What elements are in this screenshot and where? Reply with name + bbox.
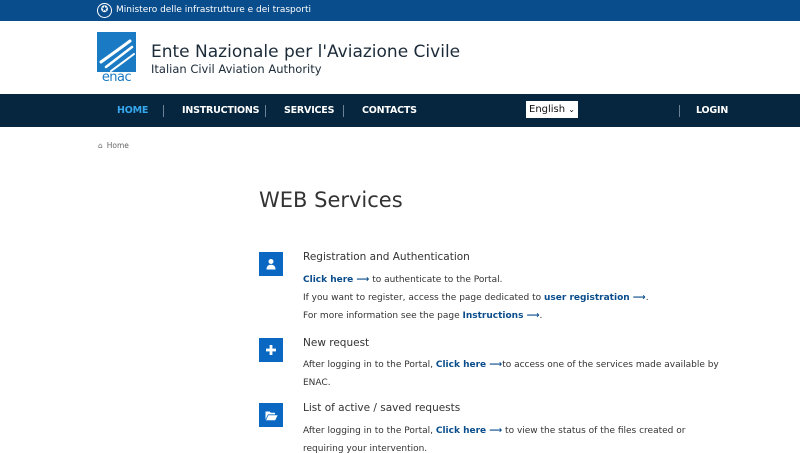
user-icon: [259, 252, 283, 276]
list-requests-link[interactable]: Click here ⟶: [436, 426, 502, 436]
service-line: requiring your intervention.: [303, 443, 427, 453]
service-line: Click here ⟶ to authenticate to the Port…: [303, 274, 502, 286]
service-text: After logging in to the Portal,: [303, 426, 436, 436]
service-title-list-requests: List of active / saved requests: [303, 402, 461, 414]
chevron-down-icon: ⌄: [568, 105, 575, 114]
nav-divider: [343, 105, 344, 117]
user-registration-link[interactable]: user registration ⟶: [544, 293, 646, 303]
emblem-icon: ✪: [97, 3, 112, 18]
org-name: Ente Nazionale per l'Aviazione Civile: [151, 42, 461, 62]
plus-icon: [259, 338, 283, 362]
site-header: enac Ente Nazionale per l'Aviazione Civi…: [0, 21, 800, 94]
nav-instructions[interactable]: INSTRUCTIONS: [182, 105, 259, 117]
ministry-bar: ✪ Ministero delle infrastrutture e dei t…: [0, 0, 800, 21]
instructions-link[interactable]: Instructions ⟶: [463, 311, 540, 321]
service-text: After logging in to the Portal,: [303, 360, 436, 370]
enac-logo-mark: [97, 32, 136, 72]
service-title-registration: Registration and Authentication: [303, 251, 470, 263]
service-text: .: [539, 311, 543, 321]
breadcrumb-home[interactable]: Home: [107, 141, 129, 150]
page-title: WEB Services: [259, 188, 403, 212]
service-text: ENAC.: [303, 378, 331, 388]
org-subtitle: Italian Civil Aviation Authority: [151, 62, 322, 76]
breadcrumb: ⌂ Home: [98, 141, 129, 151]
service-text: to view the status of the files created …: [502, 426, 686, 436]
service-text: If you want to register, access the page…: [303, 293, 544, 303]
service-text: to authenticate to the Portal.: [369, 275, 503, 285]
enac-logo[interactable]: enac: [97, 32, 136, 86]
service-text: requiring your intervention.: [303, 444, 428, 453]
nav-login[interactable]: LOGIN: [696, 105, 728, 117]
nav-divider: [163, 105, 164, 117]
service-text: to access one of the services made avail…: [502, 360, 719, 370]
enac-logo-wordmark: enac: [101, 70, 132, 85]
service-line: If you want to register, access the page…: [303, 292, 649, 304]
service-title-new-request: New request: [303, 337, 370, 349]
nav-divider: [265, 105, 266, 117]
home-icon: ⌂: [98, 141, 103, 150]
ministry-name: Ministero delle infrastrutture e dei tra…: [116, 5, 312, 15]
nav-contacts[interactable]: CONTACTS: [362, 105, 417, 117]
service-line: For more information see the page Instru…: [303, 310, 542, 322]
service-line: After logging in to the Portal, Click he…: [303, 359, 719, 371]
nav-divider: [679, 105, 680, 117]
service-line: ENAC.: [303, 377, 331, 389]
new-request-link[interactable]: Click here ⟶: [436, 360, 502, 370]
language-select[interactable]: English ⌄: [526, 101, 578, 118]
folder-open-icon: [259, 403, 283, 427]
main-nav: HOME INSTRUCTIONS SERVICES CONTACTS LOGI…: [0, 94, 800, 127]
nav-home[interactable]: HOME: [117, 105, 148, 117]
language-value: English: [529, 104, 566, 115]
service-text: .: [645, 293, 649, 303]
service-line: After logging in to the Portal, Click he…: [303, 425, 685, 437]
nav-services[interactable]: SERVICES: [284, 105, 334, 117]
service-text: For more information see the page: [303, 311, 463, 321]
authenticate-link[interactable]: Click here ⟶: [303, 275, 369, 285]
